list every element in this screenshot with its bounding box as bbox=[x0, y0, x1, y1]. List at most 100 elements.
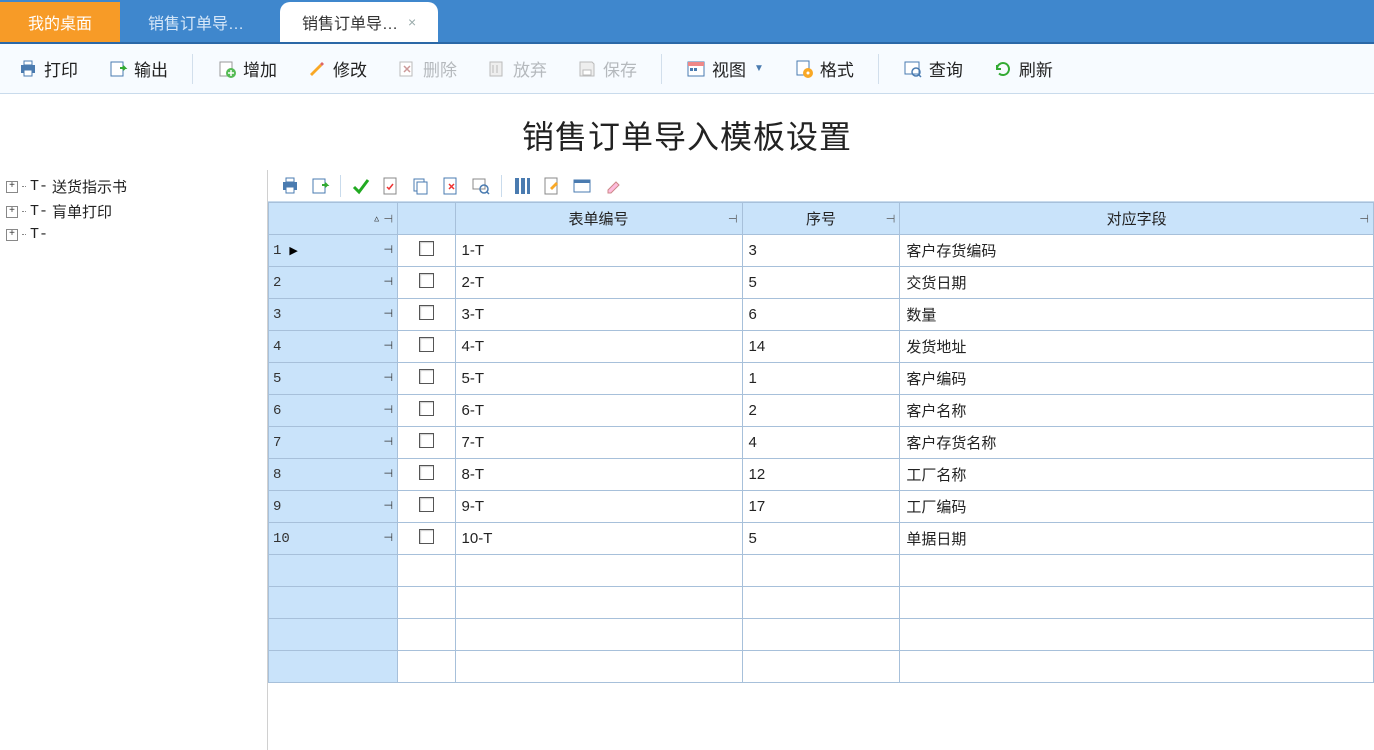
cell-seq[interactable]: 14 bbox=[742, 331, 900, 363]
row-checkbox[interactable] bbox=[398, 363, 455, 395]
table-row[interactable]: 3⊣ 3-T6数量 bbox=[269, 299, 1374, 331]
cell-form-no[interactable]: 6-T bbox=[455, 395, 742, 427]
row-number[interactable]: 6⊣ bbox=[269, 395, 398, 427]
print-button[interactable]: 打印 bbox=[12, 44, 84, 93]
add-button[interactable]: 增加 bbox=[211, 44, 283, 93]
col-field[interactable]: 对应字段⊣ bbox=[900, 203, 1374, 235]
expand-icon[interactable]: + bbox=[6, 206, 18, 218]
table-row[interactable] bbox=[269, 555, 1374, 587]
row-checkbox[interactable] bbox=[398, 459, 455, 491]
row-number[interactable]: 2⊣ bbox=[269, 267, 398, 299]
row-checkbox[interactable] bbox=[398, 235, 455, 267]
row-number[interactable]: 3⊣ bbox=[269, 299, 398, 331]
table-row[interactable]: 2⊣2-T5交货日期 bbox=[269, 267, 1374, 299]
row-number[interactable] bbox=[269, 651, 398, 683]
cell-field[interactable]: 单据日期 bbox=[900, 523, 1374, 555]
cell-seq[interactable]: 5 bbox=[742, 267, 900, 299]
cell-seq[interactable]: 4 bbox=[742, 427, 900, 459]
row-checkbox[interactable] bbox=[398, 491, 455, 523]
row-checkbox[interactable] bbox=[398, 427, 455, 459]
sort-asc-icon[interactable]: ▵ bbox=[374, 213, 379, 224]
cell-field[interactable]: 工厂名称 bbox=[900, 459, 1374, 491]
row-number[interactable]: 8⊣ bbox=[269, 459, 398, 491]
pin-icon[interactable]: ⊣ bbox=[384, 212, 394, 225]
pin-icon[interactable]: ⊣ bbox=[384, 467, 394, 481]
cell-field[interactable]: 发货地址 bbox=[900, 331, 1374, 363]
row-number[interactable]: 9⊣ bbox=[269, 491, 398, 523]
cell-seq[interactable]: 1 bbox=[742, 363, 900, 395]
edit-button[interactable]: 修改 bbox=[301, 44, 373, 93]
cell-field[interactable]: 工厂编码 bbox=[900, 491, 1374, 523]
expand-icon[interactable]: + bbox=[6, 181, 18, 193]
row-checkbox[interactable] bbox=[398, 267, 455, 299]
cell-form-no[interactable]: 9-T bbox=[455, 491, 742, 523]
pin-icon[interactable]: ⊣ bbox=[728, 212, 738, 225]
cell-form-no[interactable]: 3-T bbox=[455, 299, 742, 331]
row-checkbox[interactable] bbox=[398, 523, 455, 555]
cell-seq[interactable]: 2 bbox=[742, 395, 900, 427]
cell-field[interactable]: 客户名称 bbox=[900, 395, 1374, 427]
pin-icon[interactable]: ⊣ bbox=[384, 531, 394, 545]
tab-sales-1[interactable]: 销售订单导… bbox=[120, 2, 272, 42]
data-grid[interactable]: ▵⊣表单编号⊣序号⊣对应字段⊣1▶⊣1-T3客户存货编码2⊣2-T5交货日期3⊣… bbox=[268, 202, 1374, 683]
cell-seq[interactable]: 17 bbox=[742, 491, 900, 523]
row-number[interactable]: 7⊣ bbox=[269, 427, 398, 459]
pin-icon[interactable]: ⊣ bbox=[1359, 212, 1369, 225]
pin-icon[interactable]: ⊣ bbox=[384, 307, 394, 321]
row-checkbox[interactable] bbox=[398, 331, 455, 363]
refresh-button[interactable]: 刷新 bbox=[987, 44, 1059, 93]
table-row[interactable]: 10⊣ 10-T5单据日期 bbox=[269, 523, 1374, 555]
doc-x-icon[interactable] bbox=[441, 176, 461, 196]
cell-form-no[interactable]: 10-T bbox=[455, 523, 742, 555]
row-number[interactable]: 1▶⊣ bbox=[269, 235, 398, 267]
search-button[interactable]: 查询 bbox=[897, 44, 969, 93]
expand-icon[interactable]: + bbox=[6, 229, 18, 241]
cell-form-no[interactable]: 2-T bbox=[455, 267, 742, 299]
table-row[interactable]: 1▶⊣1-T3客户存货编码 bbox=[269, 235, 1374, 267]
table-row[interactable]: 7⊣7-T4客户存货名称 bbox=[269, 427, 1374, 459]
pin-icon[interactable]: ⊣ bbox=[384, 243, 394, 257]
pin-icon[interactable]: ⊣ bbox=[384, 371, 394, 385]
format-button[interactable]: 格式 bbox=[788, 44, 860, 93]
pin-icon[interactable]: ⊣ bbox=[384, 275, 394, 289]
cell-form-no[interactable]: 8-T bbox=[455, 459, 742, 491]
tab-desktop[interactable]: 我的桌面 bbox=[0, 2, 120, 42]
view-button[interactable]: 视图 ▼ bbox=[680, 44, 770, 93]
row-number[interactable]: 10⊣ bbox=[269, 523, 398, 555]
close-icon[interactable]: × bbox=[408, 14, 416, 30]
row-number[interactable]: 5⊣ bbox=[269, 363, 398, 395]
tree-item[interactable]: +T-送货指示书 bbox=[0, 174, 267, 199]
doc-copy-icon[interactable] bbox=[411, 176, 431, 196]
pin-icon[interactable]: ⊣ bbox=[886, 212, 896, 225]
row-checkbox[interactable] bbox=[398, 299, 455, 331]
doc-edit-icon[interactable] bbox=[542, 176, 562, 196]
export-icon[interactable] bbox=[310, 176, 330, 196]
tab-sales-2-active[interactable]: 销售订单导… × bbox=[280, 2, 438, 42]
cell-seq[interactable]: 5 bbox=[742, 523, 900, 555]
cell-seq[interactable]: 6 bbox=[742, 299, 900, 331]
cell-form-no[interactable]: 4-T bbox=[455, 331, 742, 363]
pin-icon[interactable]: ⊣ bbox=[384, 435, 394, 449]
table-row[interactable]: 6⊣ 6-T2客户名称 bbox=[269, 395, 1374, 427]
pin-icon[interactable]: ⊣ bbox=[384, 339, 394, 353]
table-row[interactable] bbox=[269, 651, 1374, 683]
table-row[interactable] bbox=[269, 587, 1374, 619]
table-row[interactable]: 4⊣4-T14发货地址 bbox=[269, 331, 1374, 363]
columns-icon[interactable] bbox=[512, 176, 532, 196]
cell-field[interactable]: 客户编码 bbox=[900, 363, 1374, 395]
table-row[interactable] bbox=[269, 619, 1374, 651]
row-number[interactable] bbox=[269, 587, 398, 619]
row-number[interactable] bbox=[269, 555, 398, 587]
cell-seq[interactable]: 3 bbox=[742, 235, 900, 267]
cell-field[interactable]: 客户存货名称 bbox=[900, 427, 1374, 459]
cell-field[interactable]: 客户存货编码 bbox=[900, 235, 1374, 267]
row-number[interactable] bbox=[269, 619, 398, 651]
zoom-icon[interactable] bbox=[471, 176, 491, 196]
col-seq[interactable]: 序号⊣ bbox=[742, 203, 900, 235]
cell-form-no[interactable]: 5-T bbox=[455, 363, 742, 395]
pin-icon[interactable]: ⊣ bbox=[384, 403, 394, 417]
eraser-icon[interactable] bbox=[602, 176, 622, 196]
output-button[interactable]: 输出 bbox=[102, 44, 174, 93]
cell-field[interactable]: 数量 bbox=[900, 299, 1374, 331]
row-checkbox[interactable] bbox=[398, 395, 455, 427]
